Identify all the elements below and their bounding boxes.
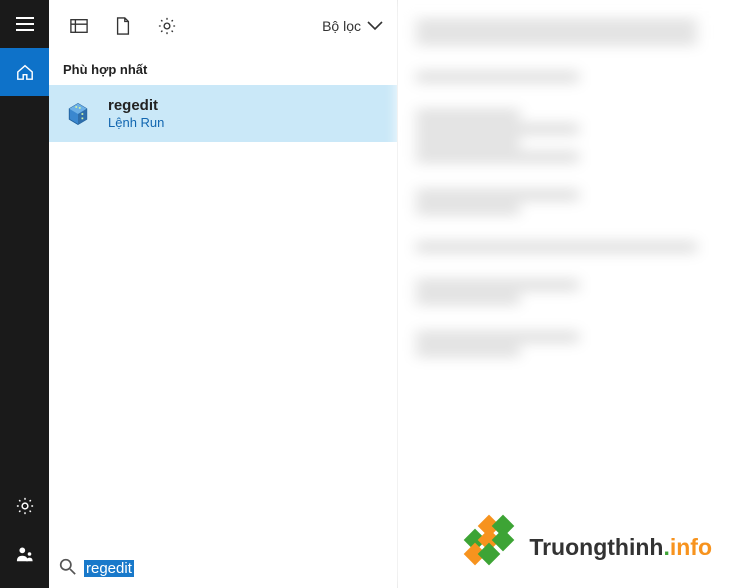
menu-button[interactable] [0, 0, 49, 48]
search-input[interactable]: regedit [84, 560, 134, 577]
start-sidebar [0, 0, 49, 588]
gear-icon [16, 497, 34, 515]
account-button[interactable] [0, 530, 49, 578]
search-result-item[interactable]: regedit Lệnh Run [49, 85, 397, 142]
search-input-row: regedit [49, 550, 397, 588]
home-icon [16, 63, 34, 81]
document-icon [114, 17, 132, 35]
filter-label: Bộ lọc [322, 18, 361, 34]
hamburger-icon [16, 17, 34, 31]
chevron-down-icon [367, 21, 383, 31]
filter-dropdown[interactable]: Bộ lọc [322, 18, 387, 34]
watermark-logo-icon [461, 518, 519, 576]
settings-scope-button[interactable] [147, 6, 187, 46]
search-icon [59, 558, 76, 578]
search-input-value: regedit [86, 560, 132, 577]
regedit-icon [63, 99, 93, 129]
apps-icon [70, 17, 88, 35]
search-panel: Bộ lọc Phù hợp nhất regedit [49, 0, 398, 588]
user-icon [16, 545, 34, 563]
home-button[interactable] [0, 48, 49, 96]
apps-scope-button[interactable] [59, 6, 99, 46]
watermark-text: Truongthinh.info [529, 534, 712, 561]
best-match-header: Phù hợp nhất [49, 52, 397, 85]
search-toolbar: Bộ lọc [49, 0, 397, 52]
result-name: regedit [108, 97, 164, 114]
background-blurred [398, 0, 730, 588]
settings-button[interactable] [0, 482, 49, 530]
watermark: Truongthinh.info [461, 518, 712, 576]
result-kind: Lệnh Run [108, 115, 164, 130]
gear-icon [158, 17, 176, 35]
documents-scope-button[interactable] [103, 6, 143, 46]
